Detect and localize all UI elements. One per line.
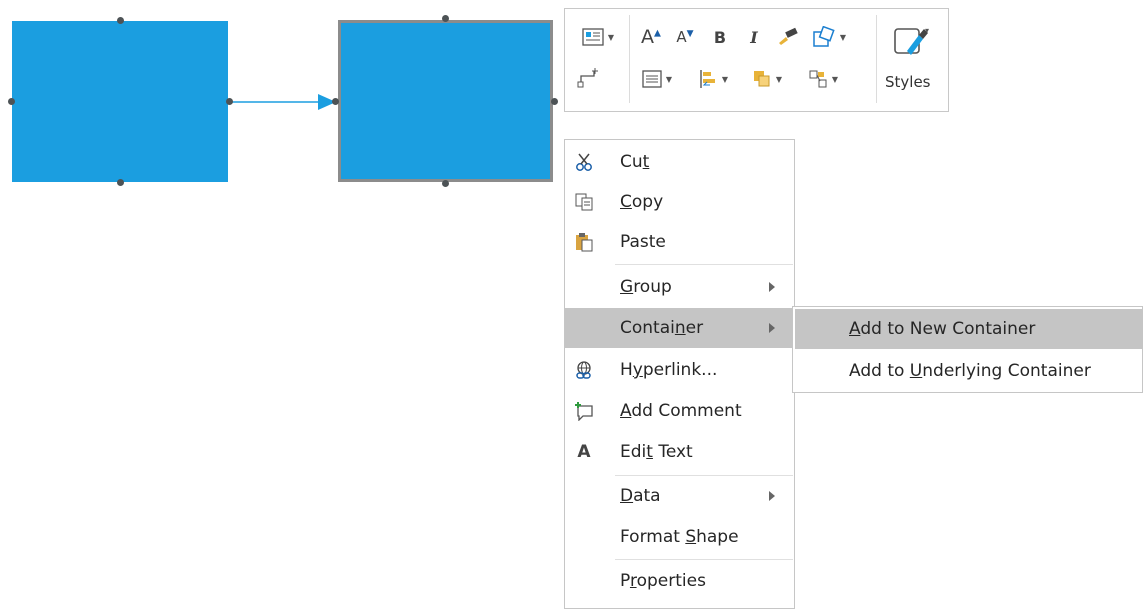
dropdown-arrow-icon: ▼ (607, 32, 615, 42)
copy-icon (571, 189, 597, 215)
menu-item-add-comment[interactable]: Add Comment (565, 391, 794, 431)
menu-item-label: Hyperlink... (620, 360, 718, 380)
submenu-arrow-icon (769, 491, 775, 501)
font-increase-glyph: A (641, 26, 655, 48)
position-icon (809, 70, 827, 88)
menu-item-add-to-underlying-container[interactable]: Add to Underlying Container (795, 351, 1143, 391)
connector-tool-button[interactable] (573, 63, 603, 93)
font-decrease-glyph: A (676, 28, 687, 46)
menu-item-label: Format Shape (620, 527, 739, 547)
menu-item-edit-text[interactable]: A Edit Text (565, 432, 794, 472)
handle-top-left-shape[interactable] (117, 17, 124, 24)
handle-top-right-shape[interactable] (442, 15, 449, 22)
styles-label: Styles (885, 73, 931, 91)
handle-left-left-shape[interactable] (8, 98, 15, 105)
handle-bottom-left-shape[interactable] (117, 179, 124, 186)
dropdown-arrow-icon: ▼ (721, 74, 729, 84)
context-menu: Cut Copy Paste Group Container Hyperlink… (564, 139, 795, 609)
dropdown-arrow-icon: ▼ (775, 74, 783, 84)
italic-icon: I (750, 27, 758, 47)
container-submenu: Add to New Container Add to Underlying C… (792, 306, 1143, 393)
menu-item-label: Paste (620, 232, 666, 252)
menu-item-label: Properties (620, 571, 706, 591)
bring-to-front-icon (753, 71, 770, 87)
menu-item-label: Cut (620, 152, 650, 172)
menu-item-label: Group (620, 277, 672, 297)
dropdown-arrow-icon: ▼ (839, 32, 847, 42)
text-align-button[interactable]: ▼ (635, 65, 679, 93)
text-icon: A (577, 442, 591, 462)
toolbar-separator (876, 15, 877, 103)
menu-item-label: Copy (620, 192, 664, 212)
handle-right-right-shape[interactable] (551, 98, 558, 105)
align-shapes-button[interactable]: ▼ (691, 65, 735, 93)
connector-tool-icon (577, 68, 598, 88)
increase-font-size-icon: A▲ (641, 26, 661, 48)
submenu-arrow-icon (769, 282, 775, 292)
scissors-icon (571, 149, 597, 175)
menu-item-properties[interactable]: Properties (565, 561, 794, 601)
paste-icon (571, 229, 597, 255)
bold-icon: B (713, 27, 727, 47)
hyperlink-icon (571, 357, 597, 383)
menu-item-label: Edit Text (620, 442, 693, 462)
shape-style-icon (813, 26, 835, 47)
menu-item-paste[interactable]: Paste (565, 222, 794, 262)
text-block-button[interactable]: ▼ (573, 23, 623, 51)
menu-item-label: Data (620, 486, 661, 506)
menu-item-cut[interactable]: Cut (565, 142, 794, 182)
decrease-font-size-icon: A▼ (676, 28, 694, 46)
dropdown-arrow-icon: ▼ (831, 74, 839, 84)
menu-item-label: Container (620, 318, 704, 338)
handle-bottom-right-shape[interactable] (442, 180, 449, 187)
bring-to-front-button[interactable]: ▼ (745, 65, 789, 93)
text-block-icon (582, 28, 604, 46)
shape-style-button[interactable]: ▼ (803, 23, 855, 51)
menu-item-label: Add to New Container (849, 319, 1036, 339)
align-shapes-icon (700, 70, 715, 88)
menu-item-data[interactable]: Data (565, 476, 794, 516)
dropdown-arrow-icon: ▼ (665, 74, 673, 84)
text-align-icon (642, 70, 662, 88)
mini-toolbar: ▼ A▲ A▼ B I ▼ ▾ Styles ▼ ▼ ▼ ▼ (564, 8, 949, 112)
comment-icon (571, 398, 597, 424)
styles-button[interactable]: ▾ (881, 19, 941, 67)
toolbar-separator (629, 15, 630, 103)
italic-button[interactable]: I (741, 23, 767, 51)
format-painter-icon (779, 27, 798, 45)
menu-item-hyperlink[interactable]: Hyperlink... (565, 350, 794, 390)
handle-right-left-shape[interactable] (226, 98, 233, 105)
bold-button[interactable]: B (707, 23, 733, 51)
decrease-font-size-button[interactable]: A▼ (671, 23, 699, 51)
position-button[interactable]: ▼ (799, 65, 847, 93)
submenu-arrow-icon (769, 323, 775, 333)
format-painter-button[interactable] (775, 23, 801, 51)
styles-icon: ▾ (894, 26, 929, 55)
rectangle-shape-left[interactable] (12, 21, 228, 182)
menu-separator (615, 264, 793, 265)
increase-font-size-button[interactable]: A▲ (637, 23, 665, 51)
menu-item-copy[interactable]: Copy (565, 182, 794, 222)
menu-item-container[interactable]: Container (565, 308, 794, 348)
menu-item-add-to-new-container[interactable]: Add to New Container (795, 309, 1143, 349)
rectangle-shape-right-selected[interactable] (338, 20, 553, 182)
menu-separator (615, 559, 793, 560)
menu-item-label: Add Comment (620, 401, 742, 421)
handle-left-right-shape[interactable] (332, 98, 339, 105)
menu-item-group[interactable]: Group (565, 267, 794, 307)
menu-item-format-shape[interactable]: Format Shape (565, 517, 794, 557)
svg-text:▾: ▾ (925, 26, 929, 35)
menu-item-label: Add to Underlying Container (849, 361, 1091, 381)
